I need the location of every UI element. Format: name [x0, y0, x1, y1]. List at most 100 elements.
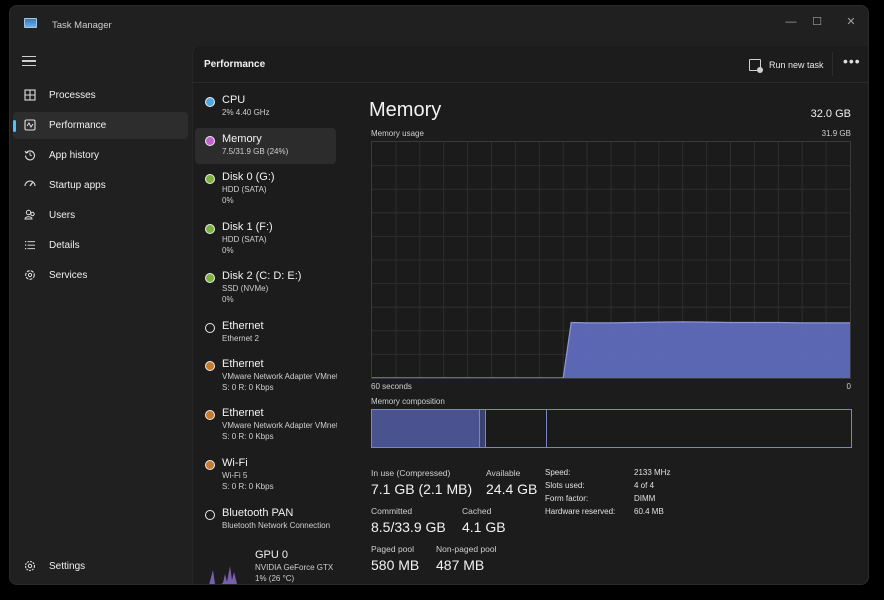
page-header: Performance Run new task ••• [193, 46, 868, 83]
spec-value: 2133 MHz [634, 468, 671, 477]
stat-paged-pool: Paged pool 580 MB [371, 544, 419, 573]
sidebar-item-app-history[interactable]: App history [13, 142, 188, 169]
sidebar-item-services[interactable]: Services [13, 262, 188, 289]
status-dot-icon [205, 510, 215, 520]
status-dot-icon [205, 224, 215, 234]
sidebar-item-startup-apps[interactable]: Startup apps [13, 172, 188, 199]
spec-label: Speed: [545, 468, 571, 477]
sidebar-item-label: App history [49, 150, 100, 161]
resource-item[interactable]: Memory 7.5/31.9 GB (24%) [195, 128, 336, 164]
stat-committed: Committed 8.5/33.9 GB [371, 506, 446, 535]
hamburger-icon[interactable] [22, 56, 36, 68]
resource-item[interactable]: Wi-Fi Wi-Fi 5 S: 0 R: 0 Kbps [195, 452, 336, 498]
stat-in-use: In use (Compressed) 7.1 GB (2.1 MB) [371, 468, 472, 497]
header-divider [832, 52, 833, 76]
sidebar-item-processes[interactable]: Processes [13, 82, 188, 109]
sidebar-item-performance[interactable]: Performance [13, 112, 188, 139]
resource-detail: Ethernet 2 [222, 334, 259, 343]
resource-detail: HDD (SATA) [222, 185, 267, 194]
resource-name: Bluetooth PAN [222, 507, 294, 519]
memory-usage-chart [372, 142, 850, 378]
resource-name: Ethernet [222, 320, 264, 332]
run-new-task-button[interactable]: Run new task [749, 56, 824, 74]
composition-in-use [372, 410, 479, 447]
spec-value: DIMM [634, 494, 656, 503]
memory-composition-bar [371, 409, 852, 448]
resource-item[interactable]: GPU 0 NVIDIA GeForce GTX 1% (26 °C) [195, 544, 336, 584]
resource-item[interactable]: Ethernet VMware Network Adapter VMnet8 S: … [195, 402, 337, 448]
resource-detail: Bluetooth Network Connection [222, 521, 331, 530]
stat-value: 487 MB [436, 557, 485, 573]
stat-label: In use (Compressed) [371, 468, 451, 478]
resource-detail: VMware Network Adapter VMnet8 [222, 421, 337, 430]
sidebar-item-label: Details [49, 240, 80, 251]
stat-label: Committed [371, 506, 413, 516]
startup-icon [23, 179, 37, 193]
status-dot-icon [205, 136, 215, 146]
resource-detail: Wi-Fi 5 [222, 471, 248, 480]
spec-label: Slots used: [545, 481, 585, 490]
stat-value: 24.4 GB [486, 481, 538, 497]
x-axis-end-label: 0 [846, 382, 851, 391]
composition-label: Memory composition [371, 397, 445, 406]
x-axis-start-label: 60 seconds [371, 382, 412, 391]
spec-value: 4 of 4 [634, 481, 655, 490]
resource-name: Disk 0 (G:) [222, 171, 275, 183]
status-dot-icon [205, 460, 215, 470]
close-button[interactable]: ✕ [836, 12, 866, 32]
resource-detail: 0% [222, 196, 234, 205]
status-dot-icon [205, 97, 215, 107]
resource-item[interactable]: Bluetooth PAN Bluetooth Network Connectio… [195, 502, 336, 538]
sidebar-item-users[interactable]: Users [13, 202, 188, 229]
resource-item[interactable]: CPU 2% 4.40 GHz [195, 89, 336, 125]
resource-detail: 0% [222, 246, 234, 255]
maximize-button[interactable]: ☐ [802, 12, 832, 32]
resource-item[interactable]: Ethernet Ethernet 2 [195, 315, 336, 351]
spec-hardware-reserved: Hardware reserved: 60.4 MB [545, 507, 664, 516]
composition-free [546, 410, 851, 447]
memory-usage-graph [371, 141, 851, 379]
resource-detail: S: 0 R: 0 Kbps [222, 482, 274, 491]
stat-value: 580 MB [371, 557, 420, 573]
resource-name: GPU 0 [255, 549, 289, 561]
gear-icon [23, 560, 37, 574]
page-title: Performance [204, 59, 266, 70]
stat-value: 8.5/33.9 GB [371, 519, 446, 535]
spec-form-factor: Form factor: DIMM [545, 494, 655, 503]
stat-value: 7.1 GB (2.1 MB) [371, 481, 473, 497]
resource-detail: NVIDIA GeForce GTX [255, 563, 334, 572]
stat-label: Paged pool [371, 544, 415, 554]
resource-name: Ethernet [222, 407, 264, 419]
services-icon [23, 269, 37, 283]
resource-name: Wi-Fi [222, 457, 248, 469]
sidebar-item-settings[interactable]: Settings [13, 553, 188, 580]
resource-item[interactable]: Ethernet VMware Network Adapter VMnet1 S: … [195, 353, 337, 399]
task-manager-app-icon [24, 18, 37, 28]
more-options-button[interactable]: ••• [843, 54, 861, 68]
sidebar-item-label: Performance [49, 120, 107, 131]
spec-speed: Speed: 2133 MHz [545, 468, 670, 477]
title-bar: Task Manager — ☐ ✕ [10, 6, 868, 46]
resource-name: Memory [222, 133, 262, 145]
sidebar-item-label: Startup apps [49, 180, 106, 191]
composition-standby [484, 410, 547, 447]
usage-graph-max: 31.9 GB [821, 129, 851, 138]
status-dot-icon [205, 174, 215, 184]
sidebar-item-details[interactable]: Details [13, 232, 188, 259]
resource-item[interactable]: Disk 1 (F:) HDD (SATA) 0% [195, 216, 336, 262]
resource-detail: 1% (26 °C) [255, 574, 295, 583]
stat-cached: Cached 4.1 GB [462, 506, 506, 535]
resource-name: Disk 2 (C: D: E:) [222, 270, 302, 282]
performance-icon [23, 118, 37, 133]
resource-detail: S: 0 R: 0 Kbps [222, 383, 274, 392]
main-panel: Performance Run new task ••• CPU 2% 4.40 … [192, 46, 868, 584]
resource-item[interactable]: Disk 0 (G:) HDD (SATA) 0% [195, 166, 336, 212]
resource-detail: HDD (SATA) [222, 235, 267, 244]
resource-detail: 7.5/31.9 GB (24%) [222, 147, 289, 156]
resource-list: CPU 2% 4.40 GHz Memory 7.5/31.9 GB (24%) Dis… [193, 84, 343, 584]
stat-label: Non-paged pool [436, 544, 497, 554]
sidebar-item-label: Services [49, 270, 88, 281]
resource-item[interactable]: Disk 2 (C: D: E:) SSD (NVMe) 0% [195, 265, 336, 311]
run-new-task-label: Run new task [769, 60, 824, 70]
stat-label: Cached [462, 506, 492, 516]
